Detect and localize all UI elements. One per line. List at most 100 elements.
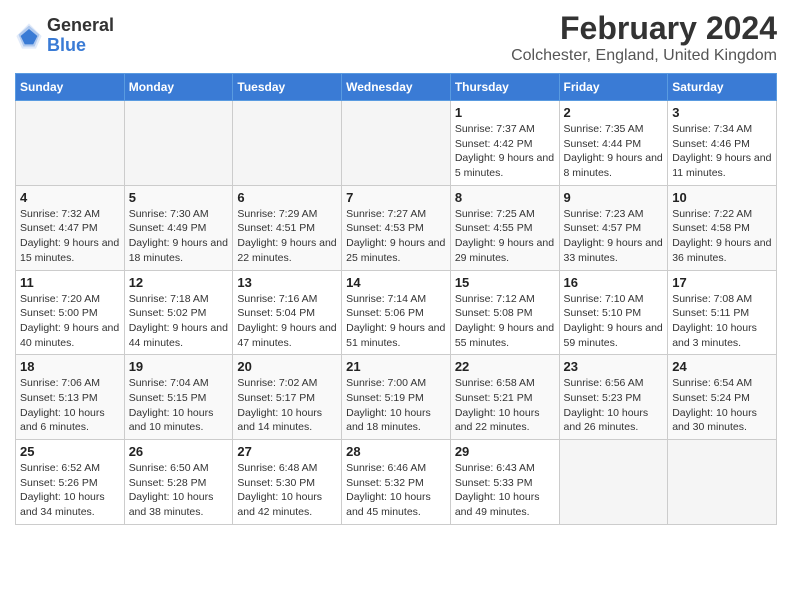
cell-info: Sunrise: 6:48 AM Sunset: 5:30 PM Dayligh… [237, 461, 337, 520]
calendar-cell: 26 Sunrise: 6:50 AM Sunset: 5:28 PM Dayli… [124, 440, 233, 525]
calendar-cell: 8 Sunrise: 7:25 AM Sunset: 4:55 PM Daylig… [450, 185, 559, 270]
calendar-cell: 12 Sunrise: 7:18 AM Sunset: 5:02 PM Dayli… [124, 270, 233, 355]
cell-day-number: 17 [672, 275, 772, 290]
header-cell-thursday: Thursday [450, 74, 559, 101]
calendar-cell: 2 Sunrise: 7:35 AM Sunset: 4:44 PM Daylig… [559, 101, 668, 186]
header-cell-sunday: Sunday [16, 74, 125, 101]
cell-day-number: 16 [564, 275, 664, 290]
calendar-cell: 3 Sunrise: 7:34 AM Sunset: 4:46 PM Daylig… [668, 101, 777, 186]
cell-info: Sunrise: 6:50 AM Sunset: 5:28 PM Dayligh… [129, 461, 229, 520]
title-area: February 2024 Colchester, England, Unite… [511, 10, 777, 65]
calendar-cell: 5Sunrise: 7:30 AM Sunset: 4:49 PM Daylig… [124, 185, 233, 270]
cell-day-number: 2 [564, 105, 664, 120]
calendar-cell: 11 Sunrise: 7:20 AM Sunset: 5:00 PM Dayli… [16, 270, 125, 355]
calendar-cell: 19 Sunrise: 7:04 AM Sunset: 5:15 PM Dayli… [124, 355, 233, 440]
cell-day-number: 25 [20, 444, 120, 459]
cell-info: Sunrise: 7:06 AM Sunset: 5:13 PM Dayligh… [20, 376, 120, 435]
cell-info: Sunrise: 7:29 AM Sunset: 4:51 PM Dayligh… [237, 207, 337, 266]
calendar-table: SundayMondayTuesdayWednesdayThursdayFrid… [15, 73, 777, 525]
calendar-cell: 15Sunrise: 7:12 AM Sunset: 5:08 PM Dayli… [450, 270, 559, 355]
logo-blue: Blue [47, 36, 114, 56]
cell-info: Sunrise: 7:14 AM Sunset: 5:06 PM Dayligh… [346, 292, 446, 351]
cell-info: Sunrise: 6:52 AM Sunset: 5:26 PM Dayligh… [20, 461, 120, 520]
calendar-cell: 21Sunrise: 7:00 AM Sunset: 5:19 PM Dayli… [342, 355, 451, 440]
cell-info: Sunrise: 7:02 AM Sunset: 5:17 PM Dayligh… [237, 376, 337, 435]
week-row-3: 18 Sunrise: 7:06 AM Sunset: 5:13 PM Dayli… [16, 355, 777, 440]
cell-info: Sunrise: 7:04 AM Sunset: 5:15 PM Dayligh… [129, 376, 229, 435]
cell-info: Sunrise: 7:20 AM Sunset: 5:00 PM Dayligh… [20, 292, 120, 351]
calendar-cell: 29 Sunrise: 6:43 AM Sunset: 5:33 PM Dayli… [450, 440, 559, 525]
cell-day-number: 27 [237, 444, 337, 459]
page-header: General Blue February 2024 Colchester, E… [15, 10, 777, 65]
logo-text: General Blue [47, 16, 114, 56]
calendar-cell [668, 440, 777, 525]
logo: General Blue [15, 16, 114, 56]
calendar-header: SundayMondayTuesdayWednesdayThursdayFrid… [16, 74, 777, 101]
cell-info: Sunrise: 7:10 AM Sunset: 5:10 PM Dayligh… [564, 292, 664, 351]
cell-day-number: 11 [20, 275, 120, 290]
cell-info: Sunrise: 7:08 AM Sunset: 5:11 PM Dayligh… [672, 292, 772, 351]
calendar-cell: 16 Sunrise: 7:10 AM Sunset: 5:10 PM Dayli… [559, 270, 668, 355]
cell-day-number: 19 [129, 359, 229, 374]
cell-day-number: 14 [346, 275, 446, 290]
calendar-cell: 10Sunrise: 7:22 AM Sunset: 4:58 PM Dayli… [668, 185, 777, 270]
calendar-cell: 23 Sunrise: 6:56 AM Sunset: 5:23 PM Dayli… [559, 355, 668, 440]
cell-day-number: 10 [672, 190, 772, 205]
cell-info: Sunrise: 7:12 AM Sunset: 5:08 PM Dayligh… [455, 292, 555, 351]
calendar-cell: 9 Sunrise: 7:23 AM Sunset: 4:57 PM Daylig… [559, 185, 668, 270]
cell-day-number: 8 [455, 190, 555, 205]
cell-day-number: 26 [129, 444, 229, 459]
cell-info: Sunrise: 7:00 AM Sunset: 5:19 PM Dayligh… [346, 376, 446, 435]
cell-info: Sunrise: 7:23 AM Sunset: 4:57 PM Dayligh… [564, 207, 664, 266]
cell-info: Sunrise: 7:32 AM Sunset: 4:47 PM Dayligh… [20, 207, 120, 266]
header-cell-monday: Monday [124, 74, 233, 101]
week-row-2: 11 Sunrise: 7:20 AM Sunset: 5:00 PM Dayli… [16, 270, 777, 355]
cell-day-number: 1 [455, 105, 555, 120]
page-subtitle: Colchester, England, United Kingdom [511, 47, 777, 65]
cell-info: Sunrise: 7:37 AM Sunset: 4:42 PM Dayligh… [455, 122, 555, 181]
calendar-cell: 28Sunrise: 6:46 AM Sunset: 5:32 PM Dayli… [342, 440, 451, 525]
cell-day-number: 9 [564, 190, 664, 205]
cell-info: Sunrise: 7:34 AM Sunset: 4:46 PM Dayligh… [672, 122, 772, 181]
cell-day-number: 4 [20, 190, 120, 205]
calendar-cell: 4 Sunrise: 7:32 AM Sunset: 4:47 PM Daylig… [16, 185, 125, 270]
cell-info: Sunrise: 7:18 AM Sunset: 5:02 PM Dayligh… [129, 292, 229, 351]
cell-info: Sunrise: 6:43 AM Sunset: 5:33 PM Dayligh… [455, 461, 555, 520]
cell-day-number: 29 [455, 444, 555, 459]
header-cell-wednesday: Wednesday [342, 74, 451, 101]
cell-day-number: 3 [672, 105, 772, 120]
cell-day-number: 12 [129, 275, 229, 290]
cell-info: Sunrise: 6:54 AM Sunset: 5:24 PM Dayligh… [672, 376, 772, 435]
header-row: SundayMondayTuesdayWednesdayThursdayFrid… [16, 74, 777, 101]
calendar-cell: 17 Sunrise: 7:08 AM Sunset: 5:11 PM Dayli… [668, 270, 777, 355]
calendar-cell: 25 Sunrise: 6:52 AM Sunset: 5:26 PM Dayli… [16, 440, 125, 525]
header-cell-tuesday: Tuesday [233, 74, 342, 101]
calendar-cell [124, 101, 233, 186]
cell-day-number: 6 [237, 190, 337, 205]
calendar-cell [342, 101, 451, 186]
logo-icon [15, 22, 43, 50]
cell-day-number: 22 [455, 359, 555, 374]
calendar-cell: 27 Sunrise: 6:48 AM Sunset: 5:30 PM Dayli… [233, 440, 342, 525]
logo-general: General [47, 16, 114, 36]
cell-day-number: 18 [20, 359, 120, 374]
calendar-cell: 13 Sunrise: 7:16 AM Sunset: 5:04 PM Dayli… [233, 270, 342, 355]
cell-info: Sunrise: 6:56 AM Sunset: 5:23 PM Dayligh… [564, 376, 664, 435]
cell-info: Sunrise: 7:35 AM Sunset: 4:44 PM Dayligh… [564, 122, 664, 181]
calendar-cell: 1 Sunrise: 7:37 AM Sunset: 4:42 PM Daylig… [450, 101, 559, 186]
week-row-1: 4 Sunrise: 7:32 AM Sunset: 4:47 PM Daylig… [16, 185, 777, 270]
cell-info: Sunrise: 7:25 AM Sunset: 4:55 PM Dayligh… [455, 207, 555, 266]
header-cell-saturday: Saturday [668, 74, 777, 101]
cell-day-number: 23 [564, 359, 664, 374]
cell-info: Sunrise: 6:58 AM Sunset: 5:21 PM Dayligh… [455, 376, 555, 435]
cell-info: Sunrise: 6:46 AM Sunset: 5:32 PM Dayligh… [346, 461, 446, 520]
cell-day-number: 24 [672, 359, 772, 374]
cell-info: Sunrise: 7:16 AM Sunset: 5:04 PM Dayligh… [237, 292, 337, 351]
calendar-cell [559, 440, 668, 525]
cell-day-number: 5 [129, 190, 229, 205]
calendar-cell: 7Sunrise: 7:27 AM Sunset: 4:53 PM Daylig… [342, 185, 451, 270]
calendar-cell [16, 101, 125, 186]
cell-info: Sunrise: 7:27 AM Sunset: 4:53 PM Dayligh… [346, 207, 446, 266]
header-cell-friday: Friday [559, 74, 668, 101]
cell-day-number: 13 [237, 275, 337, 290]
